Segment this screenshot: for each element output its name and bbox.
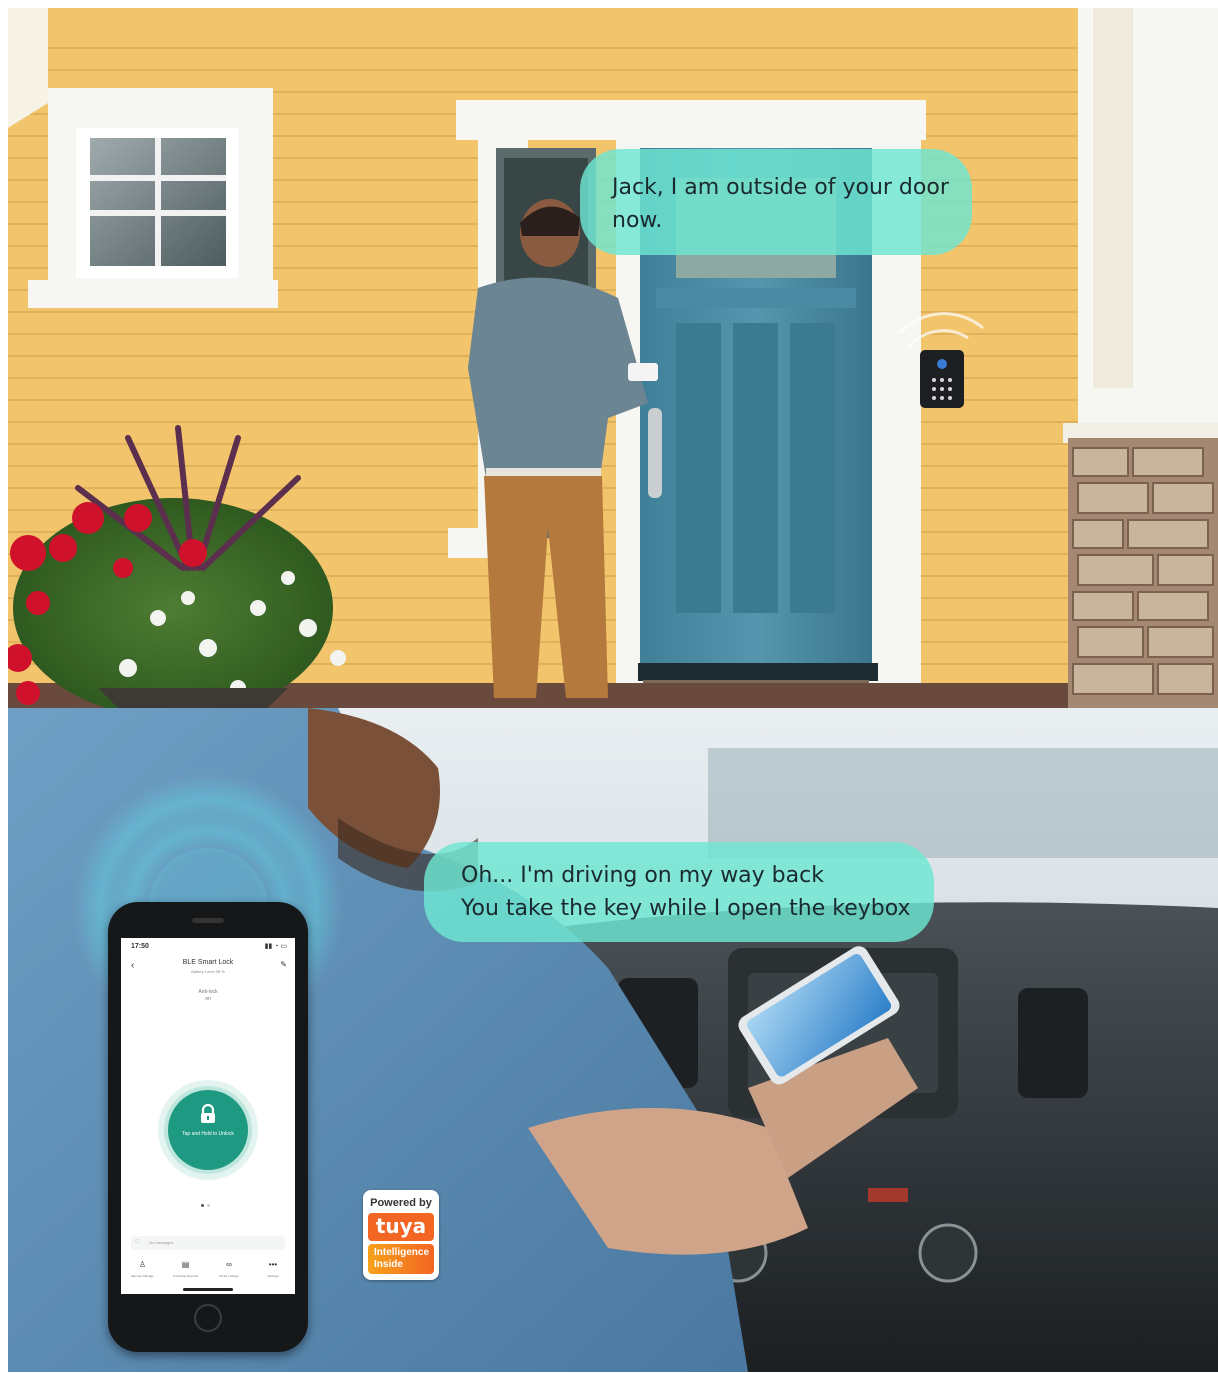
tuya-brand: tuya bbox=[375, 1214, 427, 1238]
link-icon: ∞ bbox=[226, 1260, 232, 1269]
nav-label: Unlocking Records bbox=[172, 1274, 199, 1278]
badge-intelligence: Intelligence bbox=[374, 1247, 430, 1258]
phone-screen: 17:50 ▮▮ ◔ ▭ ‹ BLE Smart Lock ✎ Battery … bbox=[121, 938, 295, 1294]
tuya-logo: tuya bbox=[368, 1213, 434, 1241]
message-icon: ◌ bbox=[135, 1238, 140, 1245]
page-dots bbox=[201, 1204, 215, 1208]
nav-label: Smart Linkage bbox=[219, 1274, 239, 1278]
home-indicator bbox=[183, 1288, 233, 1291]
badge-powered-by: Powered by bbox=[370, 1197, 432, 1209]
tuya-badge: Powered by tuya Intelligence Inside bbox=[363, 1190, 439, 1280]
status-icons: ▮▮ ◔ ▭ bbox=[264, 943, 287, 950]
app-title: BLE Smart Lock bbox=[182, 959, 234, 966]
speech-bubble-bottom: Oh... I'm driving on my way back You tak… bbox=[424, 842, 934, 942]
records-icon: ▤ bbox=[181, 1260, 190, 1269]
unlock-button-label: Tap and Hold to Unlock bbox=[182, 1131, 234, 1137]
speech-bubble-top: Jack, I am outside of your door now. bbox=[580, 149, 972, 255]
home-button[interactable] bbox=[194, 1304, 222, 1332]
nav-member-manage[interactable]: ♙ Member Manage bbox=[121, 1258, 164, 1284]
nav-label: Member Manage bbox=[131, 1274, 154, 1278]
bubble-bottom-line-1: Oh... I'm driving on my way back bbox=[461, 863, 824, 888]
page-dot bbox=[207, 1204, 210, 1207]
status-time: 17:50 bbox=[131, 943, 149, 950]
nav-settings[interactable]: ••• Settings bbox=[251, 1258, 295, 1284]
nav-label: Settings bbox=[267, 1274, 279, 1278]
smartphone: 17:50 ▮▮ ◔ ▭ ‹ BLE Smart Lock ✎ Battery … bbox=[108, 902, 308, 1352]
house-illustration bbox=[8, 8, 1218, 708]
driving-scene: Oh... I'm driving on my way back You tak… bbox=[8, 708, 1218, 1372]
person-icon: ♙ bbox=[138, 1260, 147, 1269]
doorstep-scene: Jack, I am outside of your door now. bbox=[8, 8, 1218, 708]
more-dots-icon: ••• bbox=[268, 1260, 278, 1269]
messages-placeholder: No messages bbox=[149, 1240, 174, 1245]
edit-icon[interactable]: ✎ bbox=[280, 960, 287, 969]
badge-inside: Inside bbox=[374, 1259, 403, 1270]
padlock-icon bbox=[201, 1104, 215, 1123]
bubble-top-line-2: now. bbox=[612, 208, 663, 233]
anti-lock-label: Anti-lock bbox=[198, 989, 218, 995]
page-dot-active bbox=[201, 1204, 204, 1207]
intelligence-inside-block: Intelligence Inside bbox=[368, 1244, 434, 1274]
bubble-bottom-line-2: You take the key while I open the keybox bbox=[461, 896, 911, 921]
bottom-nav: ♙ Member Manage ▤ Unlocking Records ∞ Sm… bbox=[121, 1258, 295, 1284]
nav-smart-linkage[interactable]: ∞ Smart Linkage bbox=[207, 1258, 251, 1284]
battery-label: Battery Level 98 % bbox=[191, 969, 225, 974]
nav-unlocking-records[interactable]: ▤ Unlocking Records bbox=[164, 1258, 207, 1284]
messages-row[interactable]: ◌ No messages bbox=[131, 1236, 285, 1250]
unlock-button[interactable]: Tap and Hold to Unlock bbox=[168, 1090, 248, 1170]
bubble-top-line-1: Jack, I am outside of your door bbox=[612, 175, 949, 200]
anti-lock-value: on bbox=[205, 996, 211, 1002]
phone-speaker bbox=[192, 918, 224, 923]
